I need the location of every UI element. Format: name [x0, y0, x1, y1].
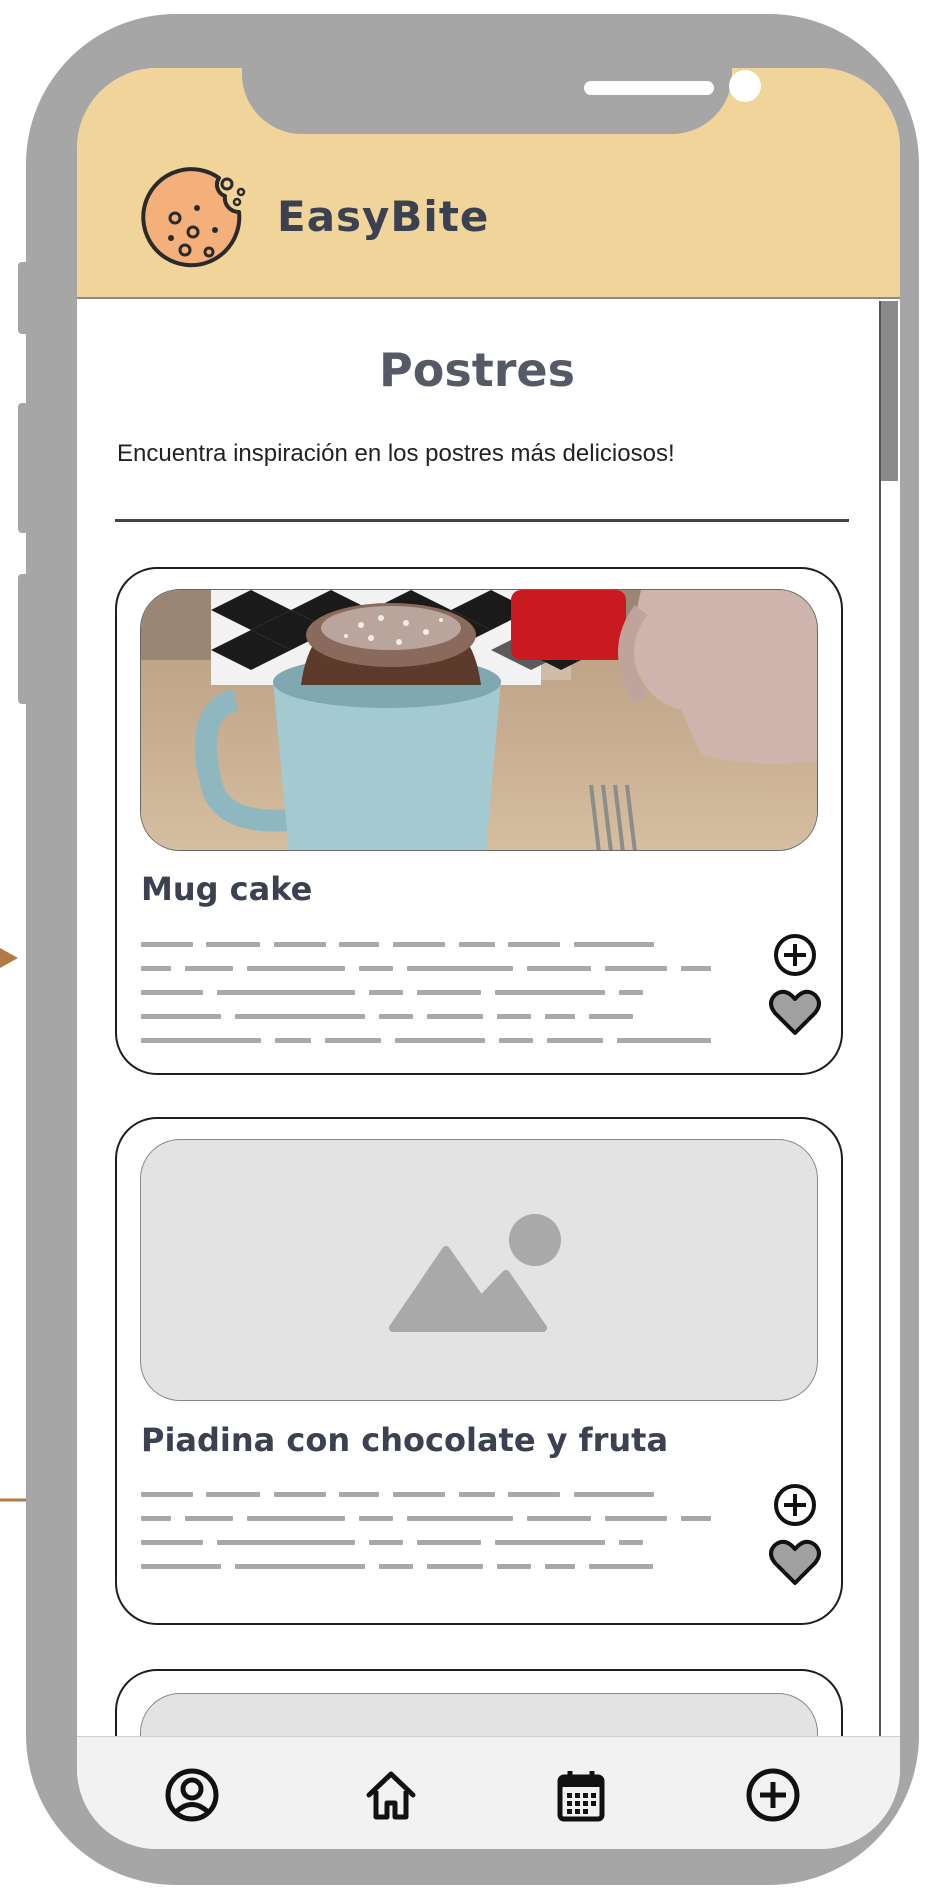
divider — [115, 519, 849, 522]
home-icon[interactable] — [363, 1767, 419, 1823]
app-name: EasyBite — [277, 192, 490, 241]
user-icon[interactable] — [164, 1767, 220, 1823]
plus-circle-icon[interactable] — [745, 1767, 801, 1823]
scrollbar-thumb[interactable] — [881, 301, 898, 481]
favorite-button[interactable] — [769, 1539, 821, 1587]
page-title: Postres — [379, 343, 575, 397]
calendar-icon[interactable] — [553, 1767, 609, 1823]
bottom-nav — [77, 1736, 900, 1849]
image-placeholder-icon — [389, 1214, 561, 1332]
favorite-button[interactable] — [769, 989, 821, 1037]
recipe-photo[interactable] — [140, 589, 818, 851]
recipe-description-placeholder — [141, 942, 735, 1062]
recipe-title[interactable]: Mug cake — [141, 870, 312, 908]
cookie-icon — [141, 166, 251, 276]
camera — [729, 70, 761, 102]
phone-notch — [242, 68, 761, 134]
side-button — [18, 574, 34, 704]
app-header: EasyBite — [77, 68, 900, 299]
page-subtitle: Encuentra inspiración en los postres más… — [117, 440, 675, 467]
recipe-card[interactable]: Piadina con chocolate y fruta — [115, 1117, 843, 1625]
annotation-arrow — [0, 948, 18, 968]
side-button — [18, 262, 34, 334]
add-recipe-button[interactable] — [771, 1481, 819, 1529]
recipe-image-placeholder[interactable] — [140, 1139, 818, 1401]
add-recipe-button[interactable] — [771, 931, 819, 979]
recipe-card[interactable]: Mug cake — [115, 567, 843, 1075]
speaker — [584, 81, 714, 95]
side-button — [18, 403, 34, 533]
scrollbar-track[interactable] — [879, 301, 881, 1781]
recipe-description-placeholder — [141, 1492, 735, 1588]
recipe-title[interactable]: Piadina con chocolate y fruta — [141, 1421, 668, 1459]
phone-screen: EasyBite Postres Encuentra inspiración e… — [77, 68, 900, 1849]
